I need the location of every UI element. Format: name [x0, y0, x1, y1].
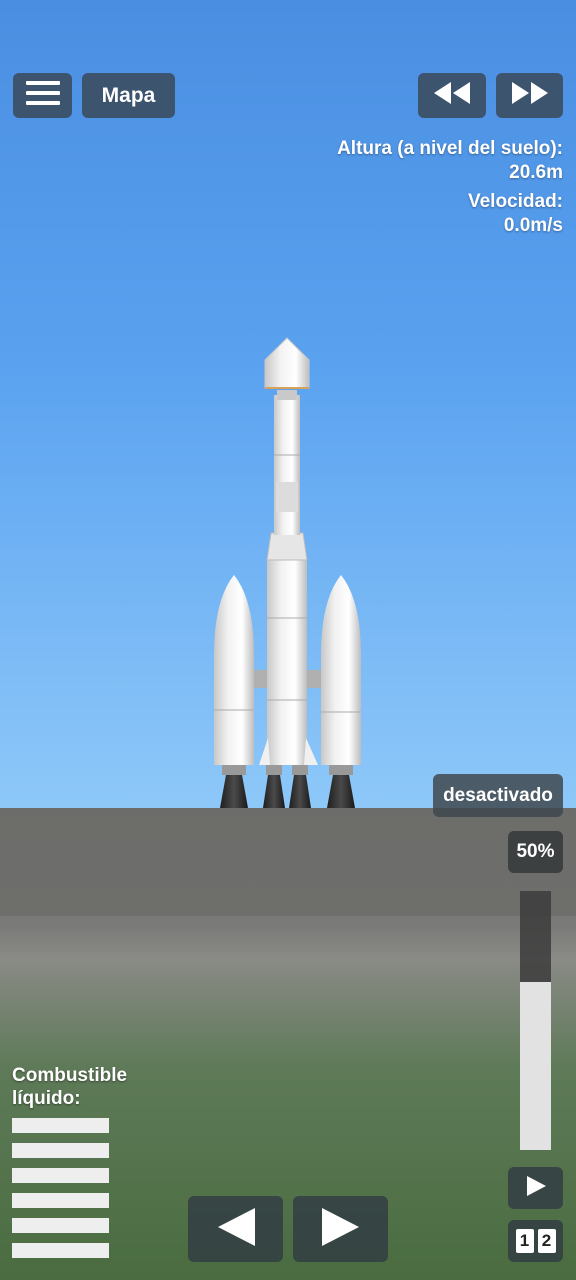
rotate-left-icon — [215, 1206, 257, 1253]
altitude-label: Altura (a nivel del suelo): — [337, 138, 563, 159]
fast-forward-icon — [510, 80, 550, 111]
rotate-left-button[interactable] — [188, 1196, 283, 1262]
fuel-label: Combustible líquido: — [12, 1064, 127, 1110]
fuel-label-line1: Combustible — [12, 1065, 128, 1086]
altitude-readout: Altura (a nivel del suelo): 20.6m — [337, 137, 563, 185]
launch-pad — [0, 808, 576, 916]
velocity-label: Velocidad: — [467, 191, 563, 212]
stage-status-button[interactable]: desactivado — [433, 774, 563, 817]
velocity-value: 0.0m/s — [503, 215, 563, 236]
stage-2-badge: 2 — [537, 1229, 556, 1253]
fuel-label-line2: líquido: — [12, 1088, 81, 1109]
map-button[interactable]: Mapa — [82, 73, 175, 118]
fuel-bar — [12, 1193, 109, 1208]
stage-selector[interactable]: 1 2 — [508, 1220, 563, 1262]
fuel-bar — [12, 1218, 109, 1233]
fuel-bar — [12, 1118, 109, 1133]
map-button-label: Mapa — [101, 83, 156, 107]
rewind-icon — [432, 80, 472, 111]
fuel-bar — [12, 1143, 109, 1158]
throttle-slider[interactable] — [520, 891, 551, 1150]
rotate-right-button[interactable] — [293, 1196, 388, 1262]
fast-forward-button[interactable] — [496, 73, 563, 118]
altitude-value: 20.6m — [509, 162, 563, 183]
play-button[interactable] — [508, 1167, 563, 1209]
throttle-percent-label: 50% — [516, 841, 555, 862]
fuel-bar — [12, 1168, 109, 1183]
fuel-bar — [12, 1243, 109, 1258]
velocity-readout: Velocidad: 0.0m/s — [468, 190, 563, 238]
rotate-right-icon — [320, 1206, 362, 1253]
throttle-fill — [520, 981, 551, 1150]
play-icon — [524, 1174, 548, 1203]
menu-icon — [25, 80, 60, 111]
stage-1-badge: 1 — [515, 1229, 534, 1253]
stage-status-label: desactivado — [443, 784, 553, 806]
menu-button[interactable] — [13, 73, 72, 118]
throttle-percent: 50% — [508, 831, 563, 873]
rewind-button[interactable] — [418, 73, 486, 118]
